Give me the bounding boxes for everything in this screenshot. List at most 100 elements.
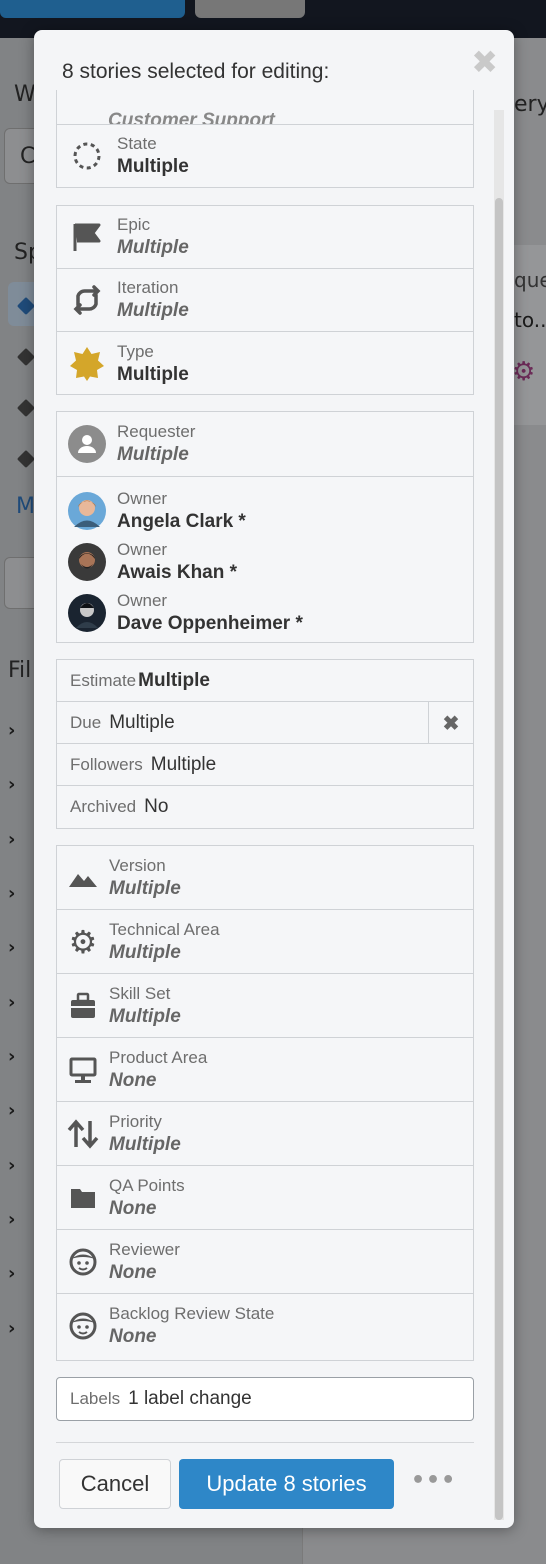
cancel-button[interactable]: Cancel: [59, 1459, 171, 1509]
custom-field-row[interactable]: Backlog Review State None: [57, 1294, 473, 1358]
chevron-right-icon: ›: [8, 1046, 16, 1067]
update-stories-button[interactable]: Update 8 stories: [179, 1459, 394, 1509]
user-icon: [67, 424, 107, 464]
owner-row[interactable]: Owner Dave Oppenheimer *: [57, 587, 473, 638]
more-options-icon[interactable]: •••: [411, 1468, 456, 1493]
chevron-right-icon: ›: [8, 992, 16, 1013]
project-row[interactable]: Customer Support: [57, 90, 473, 125]
requester-value: Multiple: [117, 444, 189, 465]
type-row[interactable]: Type Multiple: [57, 332, 473, 395]
custom-field-row[interactable]: Product Area None: [57, 1038, 473, 1102]
state-value: Multiple: [117, 156, 189, 177]
bg-right-text: que: [514, 268, 546, 292]
custom-field-value: Multiple: [109, 941, 181, 963]
bg-right-text: to...: [514, 308, 546, 332]
chevron-right-icon: ›: [8, 1155, 16, 1176]
scrollbar-thumb[interactable]: [495, 198, 503, 1520]
iteration-row[interactable]: Iteration Multiple: [57, 269, 473, 332]
chevron-right-icon: ›: [8, 774, 16, 795]
people-group: Requester Multiple Owner Angela Clark *: [56, 411, 474, 643]
owner-row[interactable]: Owner Awais Khan *: [57, 536, 473, 587]
face-icon: [67, 1248, 99, 1276]
archived-row[interactable]: Archived No: [57, 786, 473, 828]
owner-value: Dave Oppenheimer *: [117, 612, 303, 634]
avatar: [67, 491, 107, 530]
bulk-edit-modal: 8 stories selected for editing: ✖ Custom…: [34, 30, 514, 1528]
owner-label: Owner: [117, 488, 168, 508]
chevron-right-icon: ›: [8, 883, 16, 904]
close-icon[interactable]: ✖: [471, 46, 498, 78]
custom-field-value: Multiple: [109, 877, 181, 899]
chevron-right-icon: ›: [8, 937, 16, 958]
epic-iteration-type-group: Epic Multiple Iteration Multiple Type Mu…: [56, 205, 474, 395]
clear-x-icon[interactable]: ✖: [428, 702, 473, 744]
gear-icon: ⚙: [512, 357, 536, 387]
iteration-label: Iteration: [117, 278, 179, 297]
archived-value: No: [144, 796, 169, 817]
chevron-right-icon: ›: [8, 1318, 16, 1339]
chevron-right-icon: ›: [8, 1263, 16, 1284]
project-value: Customer Support: [108, 110, 275, 125]
state-row[interactable]: State Multiple: [57, 125, 473, 187]
labels-value: 1 label change: [128, 1388, 252, 1409]
due-label: Due: [70, 712, 102, 732]
project-state-group: Customer Support State Multiple: [56, 90, 474, 188]
followers-label: Followers: [70, 754, 143, 774]
custom-field-value: Multiple: [109, 1005, 181, 1027]
chevron-right-icon: ›: [8, 720, 16, 741]
state-circle-icon: [67, 141, 107, 171]
custom-field-value: None: [109, 1326, 157, 1347]
estimate-label: Estimate: [70, 670, 137, 690]
epic-value: Multiple: [117, 237, 189, 258]
owner-value: Angela Clark *: [117, 510, 246, 532]
custom-field-value: None: [109, 1197, 157, 1219]
custom-field-row[interactable]: Version Multiple: [57, 846, 473, 910]
custom-field-label: Skill Set: [109, 983, 171, 1003]
custom-field-row[interactable]: QA Points None: [57, 1166, 473, 1230]
chevron-right-icon: ›: [8, 1100, 16, 1121]
face-icon: [67, 1312, 99, 1340]
epic-row[interactable]: Epic Multiple: [57, 206, 473, 269]
custom-field-row[interactable]: Priority Multiple: [57, 1102, 473, 1166]
estimate-value: Multiple: [138, 669, 210, 691]
top-bar-grey-tab: [195, 0, 305, 18]
bg-letter: W: [14, 82, 36, 107]
followers-row[interactable]: Followers Multiple: [57, 744, 473, 786]
labels-label: Labels: [70, 1389, 121, 1408]
star-badge-icon: [67, 346, 107, 382]
avatar: [67, 542, 107, 581]
epic-label: Epic: [117, 215, 151, 234]
archived-label: Archived: [70, 797, 137, 816]
owner-row[interactable]: Owner Angela Clark *: [57, 485, 473, 536]
custom-field-value: None: [109, 1261, 157, 1283]
custom-field-label: Reviewer: [109, 1239, 180, 1259]
custom-field-label: Product Area: [109, 1047, 208, 1067]
due-row[interactable]: Due Multiple ✖: [57, 702, 473, 744]
estimate-row[interactable]: Estimate Multiple: [57, 660, 473, 702]
owners-list: Owner Angela Clark * Owner Awais Khan *: [57, 477, 473, 638]
bg-right-text: ery: [514, 92, 546, 117]
iteration-cycle-icon: [67, 285, 107, 315]
avatar: [67, 593, 107, 632]
flag-icon: [67, 221, 107, 253]
chevron-right-icon: ›: [8, 1209, 16, 1230]
gear-icon: ⚙: [68, 922, 98, 961]
followers-value: Multiple: [150, 753, 217, 775]
due-value: Multiple: [109, 711, 175, 733]
bg-letter: M: [16, 494, 35, 519]
requester-label: Requester: [117, 422, 196, 441]
modal-title: 8 stories selected for editing:: [62, 60, 330, 83]
custom-field-row[interactable]: Reviewer None: [57, 1230, 473, 1294]
custom-field-row[interactable]: ⚙ Technical Area Multiple: [57, 910, 473, 974]
labels-field[interactable]: Labels 1 label change: [56, 1377, 474, 1421]
requester-row[interactable]: Requester Multiple: [57, 412, 473, 477]
custom-field-label: QA Points: [109, 1175, 185, 1195]
custom-field-value: None: [109, 1069, 157, 1091]
footer-divider: [56, 1442, 474, 1443]
mountain-icon: [67, 867, 99, 889]
type-value: Multiple: [117, 363, 189, 385]
iteration-value: Multiple: [117, 300, 189, 321]
folder-icon: [67, 1187, 99, 1209]
custom-field-row[interactable]: Skill Set Multiple: [57, 974, 473, 1038]
chevron-right-icon: ›: [8, 829, 16, 850]
